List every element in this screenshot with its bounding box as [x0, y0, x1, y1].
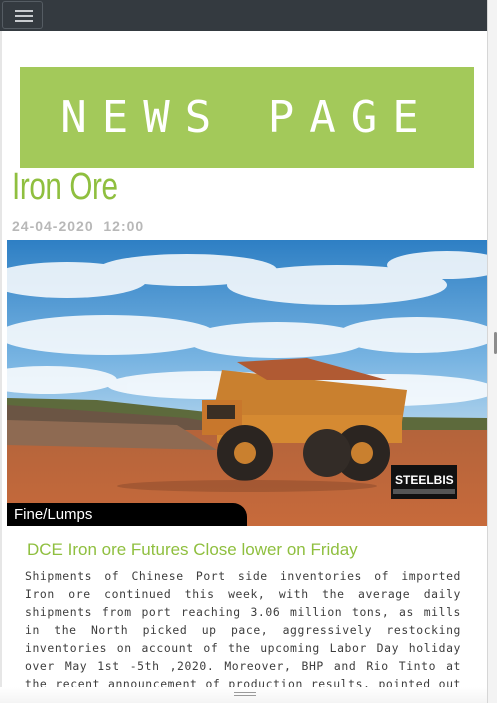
menu-toggle-button[interactable] [2, 1, 43, 29]
article-date: 24-04-2020 12:00 [12, 218, 145, 234]
hamburger-icon-bar [15, 15, 33, 17]
article-body: Shipments of Chinese Port side inventori… [25, 569, 461, 687]
page-border [0, 31, 2, 703]
hamburger-icon [15, 10, 33, 12]
article-hero-image: STEELBIS [7, 240, 487, 526]
image-watermark-logo: STEELBIS [395, 473, 454, 487]
top-navbar [0, 0, 487, 31]
resize-grip-icon-line [234, 695, 256, 696]
vertical-scrollbar[interactable] [487, 0, 497, 703]
image-caption: Fine/Lumps [14, 506, 93, 523]
hamburger-icon-bar [15, 20, 33, 22]
resize-grip-icon [234, 692, 256, 693]
resize-handle[interactable] [0, 687, 487, 703]
news-page-banner: NEWS PAGE [20, 67, 474, 168]
article-headline[interactable]: DCE Iron ore Futures Close lower on Frid… [27, 540, 358, 560]
article-category-title: Iron Ore [12, 166, 118, 208]
banner-title: NEWS PAGE [60, 92, 434, 143]
